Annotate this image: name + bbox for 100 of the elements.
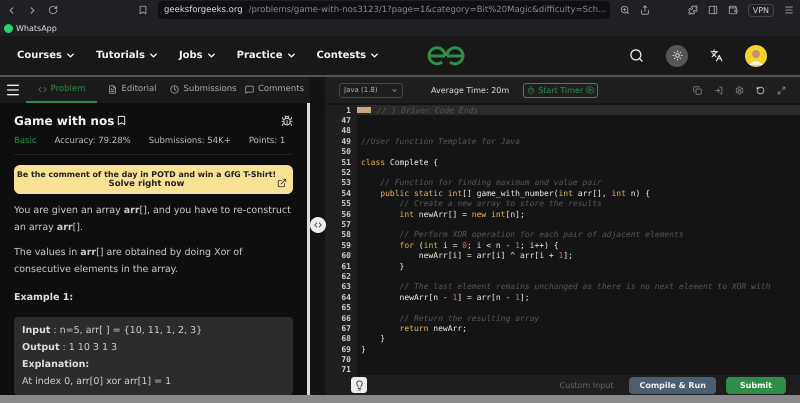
line-number: 51	[340, 158, 352, 167]
line-number: 59	[340, 240, 352, 250]
nav-menu[interactable]: Tutorials	[96, 50, 159, 61]
bookmark-link[interactable]: WhatsApp	[4, 24, 57, 32]
line-number: 67	[340, 324, 352, 333]
nav-menu[interactable]: Contests	[316, 50, 380, 61]
code-line: class Complete {	[360, 158, 438, 167]
problem-text: You are given an array arr[], and you have to re-construct an array arr[].	[14, 204, 292, 235]
document-icon	[108, 84, 118, 94]
extensions-icon[interactable]	[688, 5, 698, 15]
submissions-label: Submissions: 54K+	[148, 136, 231, 146]
code-line: // Perform XOR operation for each pair of adjacent elements	[398, 230, 684, 240]
compile-run-button[interactable]: Compile & Run	[629, 376, 716, 394]
solve-link[interactable]: Solve right now	[108, 179, 184, 189]
example-text: : n=5, arr[ ] = {10, 11, 1, 2, 3}	[52, 325, 202, 336]
tab[interactable]: Comments	[239, 77, 310, 103]
start-timer-button[interactable]: Start Timer	[523, 82, 598, 98]
copy-icon[interactable]	[693, 86, 702, 94]
menu-icon[interactable]	[784, 5, 794, 15]
import-icon[interactable]	[714, 86, 723, 94]
submit-button[interactable]: Submit	[726, 376, 786, 394]
bookmark-icon[interactable]	[116, 115, 128, 126]
line-number: 64	[340, 292, 352, 302]
line-number: 1	[345, 106, 352, 115]
code-line: }	[379, 334, 386, 344]
scrollbar[interactable]	[0, 395, 800, 403]
problem-text: The values in arr[] are obtained by doing Xor of consecutive elements in the array.	[14, 246, 244, 277]
fullscreen-icon[interactable]	[777, 86, 786, 94]
example-heading: Example 1:	[14, 292, 74, 303]
line-number: 52	[340, 168, 352, 178]
difficulty-label: Basic	[14, 136, 37, 146]
points-label: Points: 1	[248, 136, 286, 146]
code-line: }	[360, 344, 366, 354]
code-icon	[38, 84, 47, 94]
line-number: 66	[340, 314, 352, 322]
line-number: 60	[340, 251, 352, 260]
code-line: for (int i = 0; i < n - 1; i++) {	[398, 240, 559, 250]
timer-icon	[527, 86, 536, 94]
nav-menu[interactable]: Jobs	[178, 50, 217, 61]
tab[interactable]: Submissions	[168, 77, 239, 103]
line-number: 50	[340, 147, 352, 156]
line-number: 71	[340, 365, 352, 374]
lightbulb-icon	[354, 380, 364, 390]
code-line: public static int[] game_with_number(int arr[], int n) {	[379, 188, 650, 198]
line-number: 62	[340, 272, 352, 281]
nav-menu[interactable]: Courses	[17, 50, 76, 61]
line-number: 49	[340, 136, 352, 146]
code-line: return newArr;	[398, 324, 467, 333]
line-number: 61	[340, 262, 352, 271]
chat-icon	[244, 84, 254, 94]
play-icon	[586, 86, 594, 94]
code-line: //User function Template for Java	[360, 136, 520, 146]
resize-handle[interactable]	[310, 217, 326, 233]
accuracy-label: Accuracy: 79.28%	[54, 136, 131, 146]
sun-icon	[672, 50, 682, 61]
code-line: // Create a new array to store the results	[398, 199, 602, 208]
wallet-icon[interactable]	[728, 5, 738, 15]
example-text: : 1 10 3 1 3	[62, 342, 118, 353]
line-number: 48	[340, 126, 352, 136]
reset-icon[interactable]	[756, 86, 765, 94]
translate-icon[interactable]	[710, 49, 723, 62]
line-number: 57	[340, 220, 352, 229]
line-number: 56	[340, 210, 352, 219]
code-line: // Function for finding maximum and value pair	[379, 178, 602, 188]
line-number: 47	[340, 116, 352, 126]
code-line: // Return the resulting array	[398, 314, 540, 322]
fold-marker[interactable]	[357, 107, 371, 114]
code-line: }	[398, 262, 404, 271]
caret-icon	[391, 86, 398, 94]
hint-button[interactable]	[351, 377, 367, 393]
zoom-icon[interactable]	[620, 5, 630, 15]
example-text: At index 0, arr[0] xor arr[1] = 1	[22, 376, 172, 387]
vpn-button[interactable]: VPN	[748, 4, 774, 16]
avatar[interactable]	[745, 44, 767, 66]
search-icon[interactable]	[629, 48, 644, 63]
example-label: Output	[22, 342, 60, 353]
problem-title: Game with nos	[14, 114, 114, 128]
example-label: Input	[22, 325, 50, 336]
tab[interactable]: Editorial	[97, 77, 168, 103]
resize-icon	[313, 220, 323, 230]
external-link-icon	[277, 178, 287, 188]
line-number: 63	[340, 282, 352, 292]
code-line: int newArr[] = new int[n];	[398, 210, 525, 219]
sidebar-icon[interactable]	[708, 5, 718, 15]
line-number: 58	[340, 230, 352, 240]
menu-icon[interactable]	[5, 82, 21, 98]
code-line: // The last element remains unchanged as there is no next element to XOR with	[398, 282, 770, 292]
settings-icon[interactable]	[735, 86, 744, 94]
bookmark-icon[interactable]	[138, 5, 148, 15]
line-number: 65	[340, 303, 352, 312]
code-line: newArr[i] = arr[i] ^ arr[i + 1];	[418, 251, 573, 260]
reload-icon[interactable]	[48, 5, 58, 15]
logo[interactable]	[426, 44, 466, 66]
tab[interactable]: Problem	[26, 77, 97, 103]
theme-toggle[interactable]	[666, 44, 688, 66]
nav-menu[interactable]: Practice	[236, 50, 296, 61]
address-bar[interactable]: geeksforgeeks.org /problems/game-with-nos3123/1?page=1&category=Bit%20Magic&difficulty=Sch...	[158, 1, 610, 19]
share-icon[interactable]	[640, 5, 650, 15]
bug-icon[interactable]	[281, 114, 293, 126]
line-number: 68	[340, 334, 352, 344]
